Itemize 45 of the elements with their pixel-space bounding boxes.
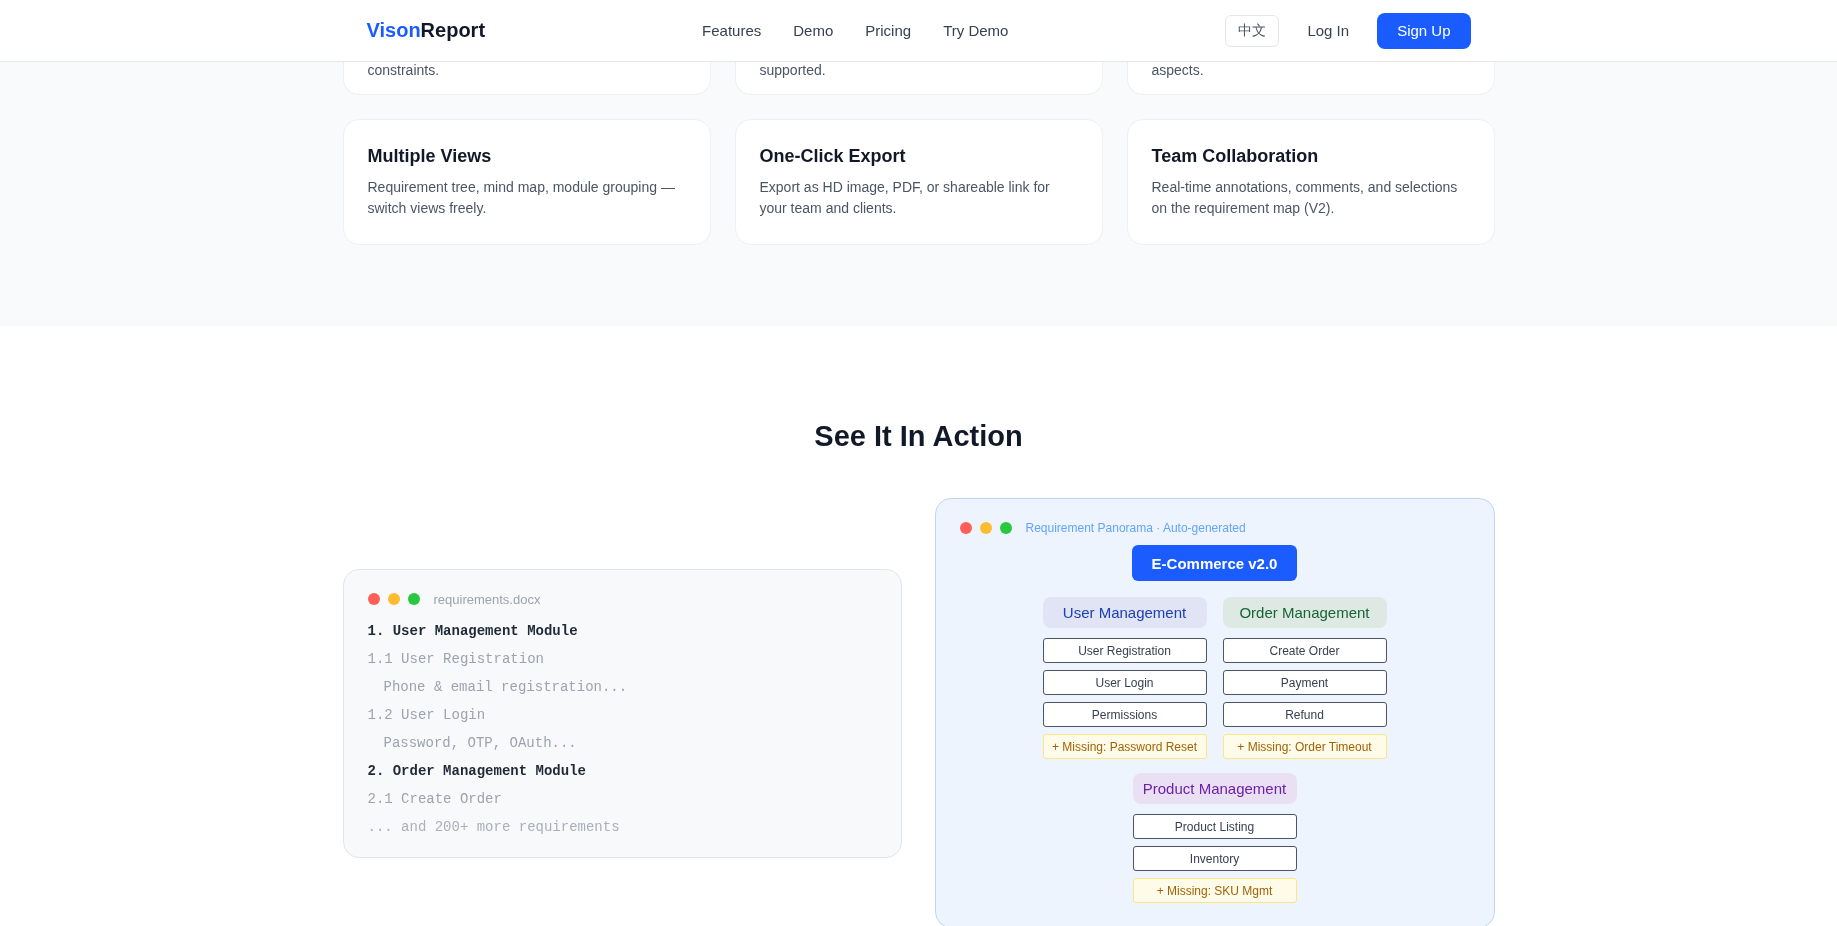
feature-description: constraints. (367, 62, 441, 79)
section-title: See It In Action (813, 420, 1024, 453)
root-node[interactable]: E-Commerce v2.0 (1132, 545, 1297, 581)
file-name: requirements.docx (433, 591, 541, 607)
requirement-node[interactable]: Create Order (1222, 638, 1387, 663)
requirement-node[interactable]: Inventory (1132, 846, 1297, 871)
requirement-node[interactable]: Product Listing (1132, 814, 1297, 839)
missing-requirement-node[interactable]: + Missing: Order Timeout (1222, 734, 1387, 759)
nav-link[interactable]: Pricing (865, 22, 912, 39)
requirement-node[interactable]: Payment (1222, 670, 1387, 695)
document-line: 1.1 User Registration (367, 649, 544, 669)
signup-button[interactable]: Sign Up (1377, 12, 1471, 49)
nav-link[interactable]: Features (702, 22, 762, 39)
nav-link[interactable]: Try Demo (943, 22, 1009, 39)
document-line: 1.2 User Login (367, 705, 486, 725)
window-dots-icon (959, 522, 1012, 534)
document-line: Phone & email registration... (382, 677, 628, 697)
feature-title: Multiple Views (367, 146, 493, 167)
panel-title: Requirement Panorama · Auto-generated (1025, 521, 1246, 535)
feature-description: aspects. (1151, 62, 1205, 79)
module-node[interactable]: Order Management (1222, 597, 1387, 628)
missing-requirement-node[interactable]: + Missing: SKU Mgmt (1132, 878, 1297, 903)
feature-title: Team Collaboration (1151, 146, 1320, 167)
nav-link[interactable]: Demo (793, 22, 834, 39)
feature-description: supported. (759, 62, 827, 79)
requirement-node[interactable]: User Registration (1042, 638, 1207, 663)
feature-description: Requirement tree, mind map, module grouping — switch views freely. (367, 178, 676, 218)
feature-title: One-Click Export (759, 146, 907, 167)
requirement-node[interactable]: Refund (1222, 702, 1387, 727)
login-link[interactable]: Log In (1307, 22, 1350, 39)
document-line: Password, OTP, OAuth... (382, 733, 577, 753)
document-line: 2.1 Create Order (367, 789, 502, 809)
module-node[interactable]: User Management (1042, 597, 1207, 628)
document-heading: 2. Order Management Module (367, 761, 586, 781)
feature-description: Export as HD image, PDF, or shareable link for your team and clients. (759, 178, 1051, 218)
requirement-node[interactable]: User Login (1042, 670, 1207, 695)
missing-requirement-node[interactable]: + Missing: Password Reset (1042, 734, 1207, 759)
document-heading: 1. User Management Module (367, 621, 578, 641)
module-node[interactable]: Product Management (1132, 773, 1297, 804)
language-button[interactable]: 中文 (1225, 14, 1280, 47)
window-dots-icon (367, 593, 420, 605)
logo[interactable]: VisonReport (366, 19, 486, 42)
requirement-node[interactable]: Permissions (1042, 702, 1207, 727)
feature-description: Real-time annotations, comments, and selections on the requirement map (V2). (1151, 178, 1459, 218)
document-line: ... and 200+ more requirements (367, 817, 620, 837)
